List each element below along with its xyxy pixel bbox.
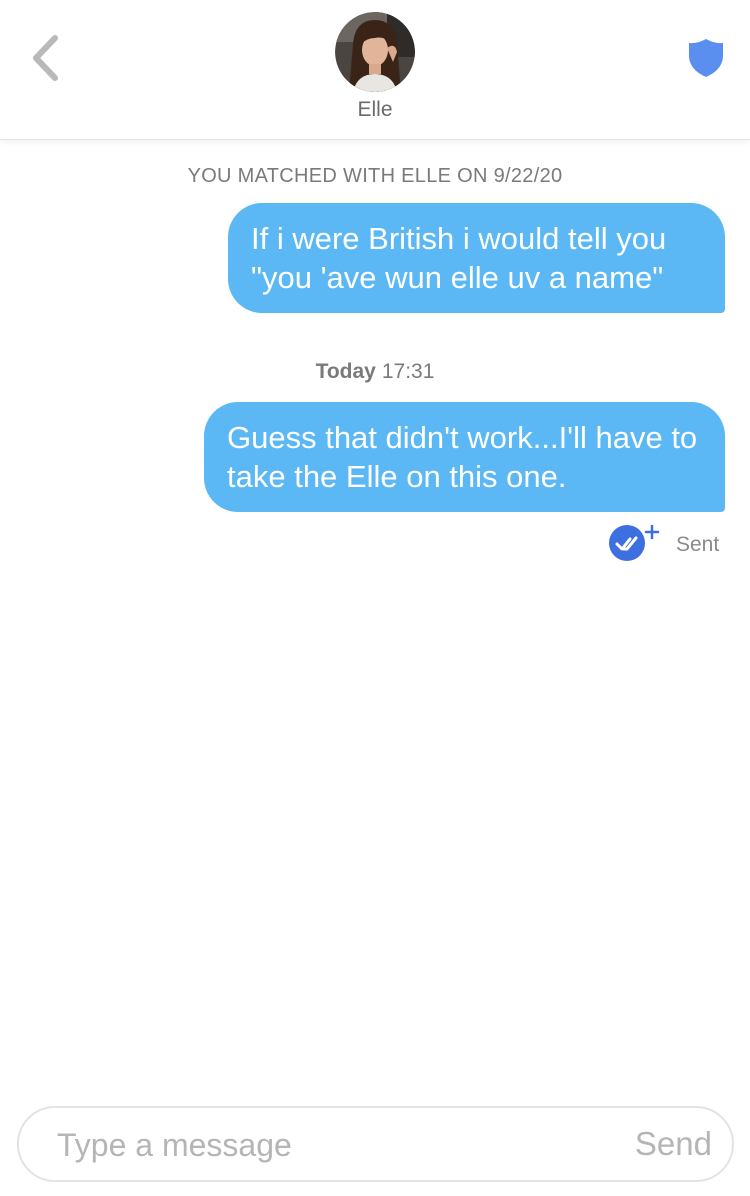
contact-name: Elle (357, 98, 393, 121)
send-button[interactable]: Send (635, 1125, 712, 1163)
back-button[interactable] (20, 28, 70, 88)
outgoing-message-bubble[interactable]: Guess that didn't work...I'll have to ta… (204, 402, 725, 512)
message-status: Sent (676, 533, 720, 556)
timestamp-day: Today (315, 360, 376, 383)
message-text: Guess that didn't work...I'll have to ta… (227, 420, 698, 494)
message-timestamp: Today 17:31 (0, 360, 750, 384)
read-receipt-button[interactable] (608, 522, 664, 562)
safety-shield-button[interactable] (682, 34, 730, 82)
message-composer: Send (17, 1106, 734, 1182)
outgoing-message-bubble[interactable]: If i were British i would tell you "you … (228, 203, 725, 313)
message-input[interactable] (57, 1122, 597, 1168)
double-check-icon (609, 524, 660, 561)
chevron-left-icon (33, 35, 58, 81)
match-banner: YOU MATCHED WITH ELLE ON 9/22/20 (187, 165, 563, 187)
timestamp-time: 17:31 (381, 360, 435, 383)
shield-icon (689, 39, 723, 77)
chat-header: Elle (0, 0, 750, 140)
avatar[interactable] (335, 12, 415, 92)
chat-screen: Elle YOU MATCHED WITH ELLE ON 9/22/20 If… (0, 0, 750, 1196)
message-text: If i were British i would tell you "you … (251, 221, 667, 295)
